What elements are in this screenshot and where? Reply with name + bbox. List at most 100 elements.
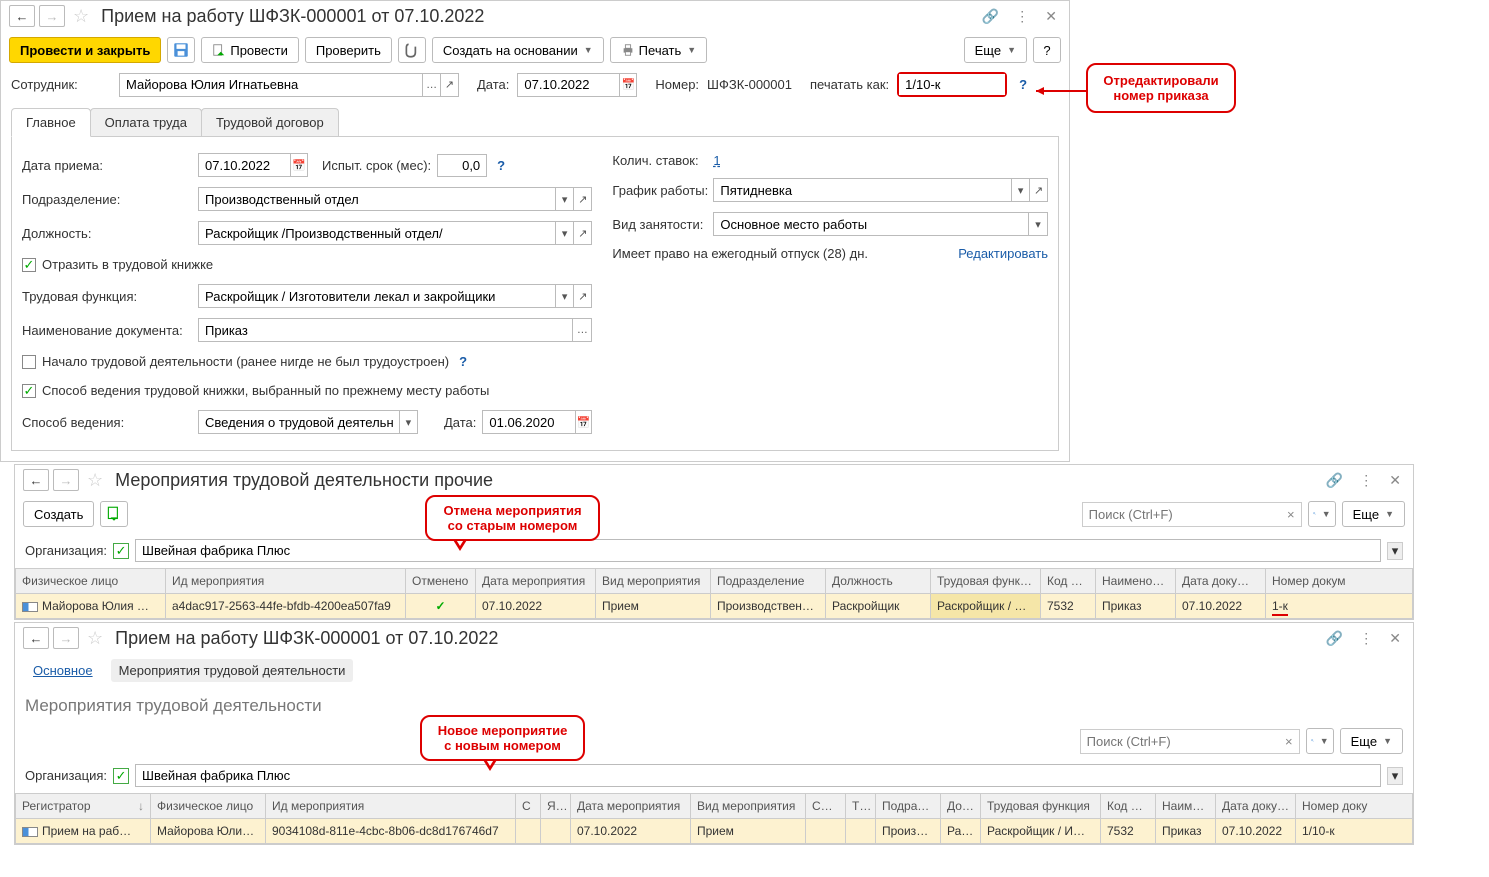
col-code[interactable]: Код п…: [1101, 794, 1156, 819]
org-checkbox[interactable]: ✓: [113, 768, 129, 784]
col-docnum[interactable]: Номер докум: [1266, 569, 1413, 594]
open-button[interactable]: ↗: [1029, 179, 1047, 201]
clear-search-icon[interactable]: ×: [1279, 734, 1299, 749]
print-as-input[interactable]: [899, 74, 1005, 95]
link-icon[interactable]: 🔗: [1322, 628, 1347, 649]
table-row[interactable]: Майорова Юлия … a4dac917-2563-44fe-bfdb-…: [16, 594, 1413, 619]
clear-search-icon[interactable]: ×: [1281, 507, 1301, 522]
scroll-button[interactable]: ▾: [1387, 767, 1403, 785]
more-vert-icon[interactable]: ⋮: [1355, 470, 1377, 491]
function-input[interactable]: [199, 286, 555, 307]
ellipsis-button[interactable]: …: [422, 74, 440, 96]
open-button[interactable]: ↗: [573, 222, 591, 244]
col-t[interactable]: Т…: [846, 794, 876, 819]
print-button[interactable]: Печать ▼: [610, 37, 708, 63]
close-icon[interactable]: ✕: [1385, 470, 1405, 491]
col-event-id[interactable]: Ид мероприятия: [166, 569, 406, 594]
star-icon[interactable]: ☆: [73, 6, 89, 27]
search-button[interactable]: ▼: [1308, 501, 1336, 527]
more-vert-icon[interactable]: ⋮: [1011, 6, 1033, 27]
col-sv[interactable]: Св…: [806, 794, 846, 819]
nav-back-button[interactable]: ←: [23, 469, 49, 491]
hire-date-input[interactable]: [199, 155, 290, 176]
post-button[interactable]: Провести: [201, 37, 299, 63]
table-row[interactable]: Прием на раб… Майорова Юли… 9034108d-811…: [16, 819, 1413, 844]
star-icon[interactable]: ☆: [87, 628, 103, 649]
star-icon[interactable]: ☆: [87, 470, 103, 491]
calendar-icon[interactable]: 📅: [290, 154, 307, 176]
org-checkbox[interactable]: ✓: [113, 543, 129, 559]
col-cancelled[interactable]: Отменено: [406, 569, 476, 594]
bc-main[interactable]: Основное: [25, 659, 101, 682]
chevron-down-icon[interactable]: ▾: [1028, 213, 1047, 235]
open-button[interactable]: ↗: [573, 285, 591, 307]
col-function[interactable]: Трудовая функ…: [931, 569, 1041, 594]
scroll-button[interactable]: ▾: [1387, 542, 1403, 560]
date-input[interactable]: [518, 74, 619, 95]
department-input[interactable]: [199, 189, 555, 210]
workbook-checkbox[interactable]: ✓: [22, 258, 36, 272]
more-button[interactable]: Еще ▼: [1340, 728, 1403, 754]
chevron-down-icon[interactable]: ▾: [555, 222, 573, 244]
post-and-close-button[interactable]: Провести и закрыть: [9, 37, 161, 63]
col-c[interactable]: С: [516, 794, 541, 819]
col-event-type[interactable]: Вид мероприятия: [596, 569, 711, 594]
org-input[interactable]: [136, 540, 1380, 561]
col-position[interactable]: До…: [941, 794, 981, 819]
search-input[interactable]: [1081, 730, 1279, 753]
edit-link[interactable]: Редактировать: [958, 246, 1048, 261]
create-based-button[interactable]: Создать на основании ▼: [432, 37, 604, 63]
attach-button[interactable]: [398, 37, 426, 63]
col-docname[interactable]: Наиме…: [1156, 794, 1216, 819]
help-icon[interactable]: ?: [497, 158, 505, 173]
col-event-type[interactable]: Вид мероприятия: [691, 794, 806, 819]
nav-forward-button[interactable]: →: [53, 627, 79, 649]
col-department[interactable]: Подразделение: [711, 569, 826, 594]
employee-input[interactable]: [120, 74, 422, 95]
ellipsis-button[interactable]: …: [572, 319, 591, 341]
col-person[interactable]: Физическое лицо: [16, 569, 166, 594]
probation-input[interactable]: [438, 155, 486, 176]
tab-pay[interactable]: Оплата труда: [90, 108, 202, 136]
col-docdate[interactable]: Дата доку…: [1216, 794, 1296, 819]
col-docname[interactable]: Наименов…: [1096, 569, 1176, 594]
open-button[interactable]: ↗: [573, 188, 591, 210]
tab-contract[interactable]: Трудовой договор: [201, 108, 339, 136]
calendar-icon[interactable]: 📅: [619, 74, 636, 96]
more-vert-icon[interactable]: ⋮: [1355, 628, 1377, 649]
schedule-input[interactable]: [714, 180, 1011, 201]
position-input[interactable]: [199, 223, 555, 244]
col-person[interactable]: Физическое лицо: [151, 794, 266, 819]
create-button[interactable]: Создать: [23, 501, 94, 527]
chevron-down-icon[interactable]: ▾: [399, 411, 417, 433]
search-button[interactable]: ▼: [1306, 728, 1334, 754]
col-event-date[interactable]: Дата мероприятия: [571, 794, 691, 819]
bc-events[interactable]: Мероприятия трудовой деятельности: [111, 659, 354, 682]
col-function[interactable]: Трудовая функция: [981, 794, 1101, 819]
calendar-icon[interactable]: 📅: [575, 411, 592, 433]
chevron-down-icon[interactable]: ▾: [555, 285, 573, 307]
search-input[interactable]: [1083, 503, 1281, 526]
first-job-checkbox[interactable]: [22, 355, 36, 369]
col-code[interactable]: Код п…: [1041, 569, 1096, 594]
docname-input[interactable]: [199, 320, 572, 341]
check-button[interactable]: Проверить: [305, 37, 392, 63]
refresh-button[interactable]: [100, 501, 128, 527]
method-input[interactable]: [199, 412, 399, 433]
nav-forward-button[interactable]: →: [39, 5, 65, 27]
save-button[interactable]: [167, 37, 195, 63]
link-icon[interactable]: 🔗: [1322, 470, 1347, 491]
more-button[interactable]: Еще ▼: [1342, 501, 1405, 527]
col-docnum[interactable]: Номер доку: [1296, 794, 1413, 819]
nav-back-button[interactable]: ←: [23, 627, 49, 649]
org-input[interactable]: [136, 765, 1380, 786]
chevron-down-icon[interactable]: ▾: [555, 188, 573, 210]
col-event-date[interactable]: Дата мероприятия: [476, 569, 596, 594]
rates-link[interactable]: 1: [713, 153, 720, 168]
nav-forward-button[interactable]: →: [53, 469, 79, 491]
help-icon[interactable]: ?: [1019, 77, 1027, 92]
col-event-id[interactable]: Ид мероприятия: [266, 794, 516, 819]
col-position[interactable]: Должность: [826, 569, 931, 594]
nav-back-button[interactable]: ←: [9, 5, 35, 27]
more-button[interactable]: Еще ▼: [964, 37, 1027, 63]
